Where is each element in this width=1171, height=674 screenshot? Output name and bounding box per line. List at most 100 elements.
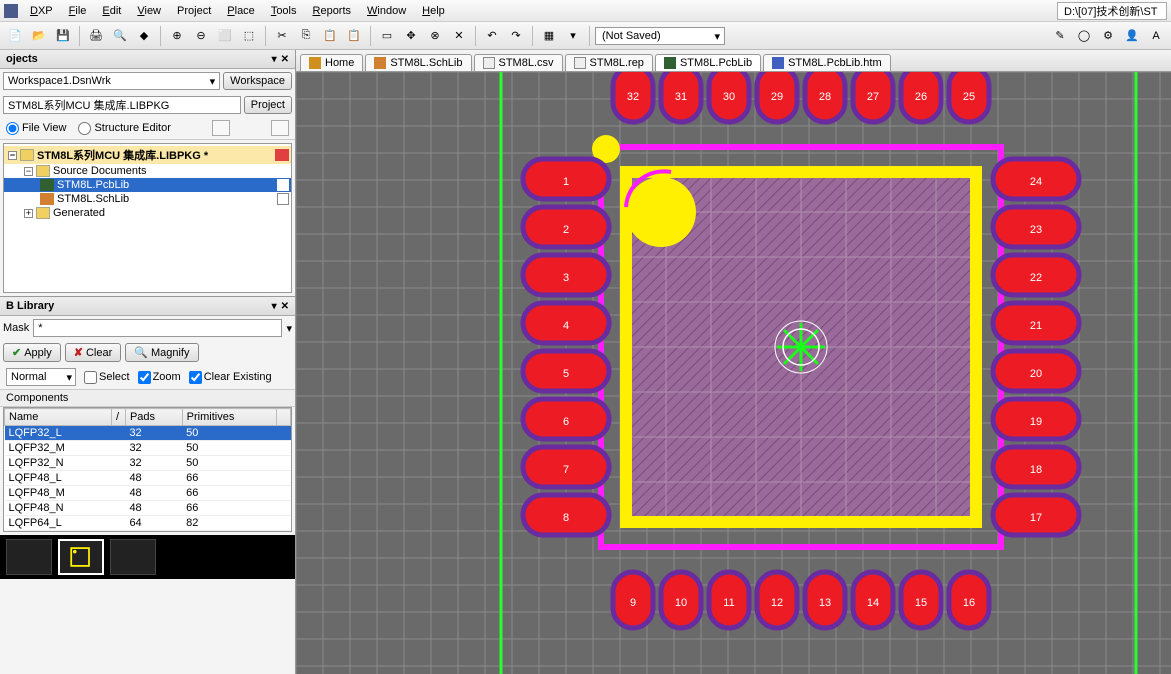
print-button[interactable]: 🖨	[85, 25, 107, 47]
tool-gear-button[interactable]: ⚙	[1097, 25, 1119, 47]
project-tree[interactable]: − STM8L系列MCU 集成库.LIBPKG * − Source Docum…	[3, 143, 292, 293]
col-pads[interactable]: Pads	[125, 409, 182, 426]
pad-24[interactable]: 24	[993, 159, 1079, 199]
apply-button[interactable]: ✔Apply	[3, 343, 61, 362]
menu-view[interactable]: View	[129, 3, 169, 19]
pad-9[interactable]: 9	[613, 572, 653, 628]
project-name-field[interactable]	[3, 96, 241, 114]
cut-button[interactable]: ✂	[271, 25, 293, 47]
open-button[interactable]: 📂	[28, 25, 50, 47]
copy-button[interactable]: ⎘	[295, 25, 317, 47]
tab-stm8l-pcblib[interactable]: STM8L.PcbLib	[655, 54, 761, 71]
zoom-fit-button[interactable]: ⬜	[214, 25, 236, 47]
pad-10[interactable]: 10	[661, 572, 701, 628]
paste-special-button[interactable]: 📋	[343, 25, 365, 47]
pad-17[interactable]: 17	[993, 495, 1079, 535]
panel-close-icon[interactable]: ✕	[281, 54, 289, 65]
pad-5[interactable]: 5	[523, 351, 609, 391]
pad-21[interactable]: 21	[993, 303, 1079, 343]
menu-window[interactable]: Window	[359, 3, 414, 19]
table-row[interactable]: LQFP48_N4866	[5, 501, 291, 516]
pad-1[interactable]: 1	[523, 159, 609, 199]
move-button[interactable]: ✥	[400, 25, 422, 47]
panel-tool-1[interactable]	[212, 120, 230, 136]
table-row[interactable]: LQFP48_M4866	[5, 486, 291, 501]
lib-panel-close-icon[interactable]: ✕	[281, 301, 289, 312]
table-row[interactable]: LQFP64_L6482	[5, 516, 291, 531]
project-button[interactable]: Project	[244, 96, 292, 114]
pad-11[interactable]: 11	[709, 572, 749, 628]
lib-panel-menu-icon[interactable]: ▾	[272, 301, 277, 312]
menu-place[interactable]: Place	[219, 3, 263, 19]
tab-stm8l-schlib[interactable]: STM8L.SchLib	[365, 54, 471, 71]
tool-circle-button[interactable]: ◯	[1073, 25, 1095, 47]
pad-15[interactable]: 15	[901, 572, 941, 628]
paste-button[interactable]: 📋	[319, 25, 341, 47]
tree-schlib[interactable]: STM8L.SchLib	[4, 192, 291, 206]
table-row[interactable]: LQFP32_M3250	[5, 441, 291, 456]
pad-7[interactable]: 7	[523, 447, 609, 487]
pad-31[interactable]: 31	[661, 72, 701, 122]
tree-pcblib[interactable]: STM8L.PcbLib	[4, 178, 291, 192]
deselect-button[interactable]: ⊗	[424, 25, 446, 47]
grid-button[interactable]: ▦	[538, 25, 560, 47]
pad-13[interactable]: 13	[805, 572, 845, 628]
preview-button[interactable]: 🔍	[109, 25, 131, 47]
menu-help[interactable]: Help	[414, 3, 453, 19]
menu-edit[interactable]: Edit	[94, 3, 129, 19]
mask-input[interactable]	[33, 319, 282, 337]
magnify-button[interactable]: 🔍Magnify	[125, 343, 198, 362]
thumbnail-3[interactable]	[110, 539, 156, 575]
panel-menu-icon[interactable]: ▾	[272, 54, 277, 65]
zoom-in-button[interactable]: ⊕	[166, 25, 188, 47]
display-mode-combo[interactable]: Normal	[6, 368, 76, 386]
pad-3[interactable]: 3	[523, 255, 609, 295]
tab-stm8l-csv[interactable]: STM8L.csv	[474, 54, 563, 71]
pad-16[interactable]: 16	[949, 572, 989, 628]
thumbnail-2[interactable]	[58, 539, 104, 575]
grid-dropdown-button[interactable]: ▾	[562, 25, 584, 47]
tab-stm8l-pcblib-htm[interactable]: STM8L.PcbLib.htm	[763, 54, 891, 71]
undo-button[interactable]: ↶	[481, 25, 503, 47]
pad-12[interactable]: 12	[757, 572, 797, 628]
pad-2[interactable]: 2	[523, 207, 609, 247]
pad-14[interactable]: 14	[853, 572, 893, 628]
tool-user-button[interactable]: 👤	[1121, 25, 1143, 47]
pad-23[interactable]: 23	[993, 207, 1079, 247]
components-table[interactable]: Name / Pads Primitives LQFP32_L3250LQFP3…	[3, 407, 292, 532]
pad-22[interactable]: 22	[993, 255, 1079, 295]
workspace-combo[interactable]: Workspace1.DsnWrk ▾	[3, 72, 220, 90]
pcb-canvas[interactable]: 1 2 3 4 5 6 7 8 24 23 22 21 20 19	[296, 72, 1171, 674]
select-rect-button[interactable]: ▭	[376, 25, 398, 47]
zoom-out-button[interactable]: ⊖	[190, 25, 212, 47]
pad-4[interactable]: 4	[523, 303, 609, 343]
tool-text-button[interactable]: A	[1145, 25, 1167, 47]
redo-button[interactable]: ↷	[505, 25, 527, 47]
zoom-checkbox[interactable]: Zoom	[138, 371, 181, 384]
menu-reports[interactable]: Reports	[305, 3, 360, 19]
select-checkbox[interactable]: Select	[84, 371, 130, 384]
tab-stm8l-rep[interactable]: STM8L.rep	[565, 54, 653, 71]
tab-home[interactable]: Home	[300, 54, 363, 71]
panel-tool-2[interactable]	[271, 120, 289, 136]
clear-existing-checkbox[interactable]: Clear Existing	[189, 371, 272, 384]
new-button[interactable]: 📄	[4, 25, 26, 47]
clear-button[interactable]: ✕	[448, 25, 470, 47]
tool-button-1[interactable]: ◆	[133, 25, 155, 47]
menu-tools[interactable]: Tools	[263, 3, 305, 19]
snap-combo[interactable]: (Not Saved)	[595, 27, 725, 45]
thumbnail-1[interactable]	[6, 539, 52, 575]
tree-generated[interactable]: + Generated	[4, 206, 291, 220]
clear-button[interactable]: ✘Clear	[65, 343, 122, 362]
zoom-select-button[interactable]: ⬚	[238, 25, 260, 47]
menu-file[interactable]: File	[61, 3, 95, 19]
structure-editor-radio[interactable]: Structure Editor	[78, 122, 170, 135]
col-name[interactable]: Name	[5, 409, 112, 426]
workspace-button[interactable]: Workspace	[223, 72, 292, 90]
pad-25[interactable]: 25	[949, 72, 989, 122]
pad-29[interactable]: 29	[757, 72, 797, 122]
pad-28[interactable]: 28	[805, 72, 845, 122]
pad-20[interactable]: 20	[993, 351, 1079, 391]
tree-root[interactable]: − STM8L系列MCU 集成库.LIBPKG *	[4, 146, 291, 164]
pad-32[interactable]: 32	[613, 72, 653, 122]
